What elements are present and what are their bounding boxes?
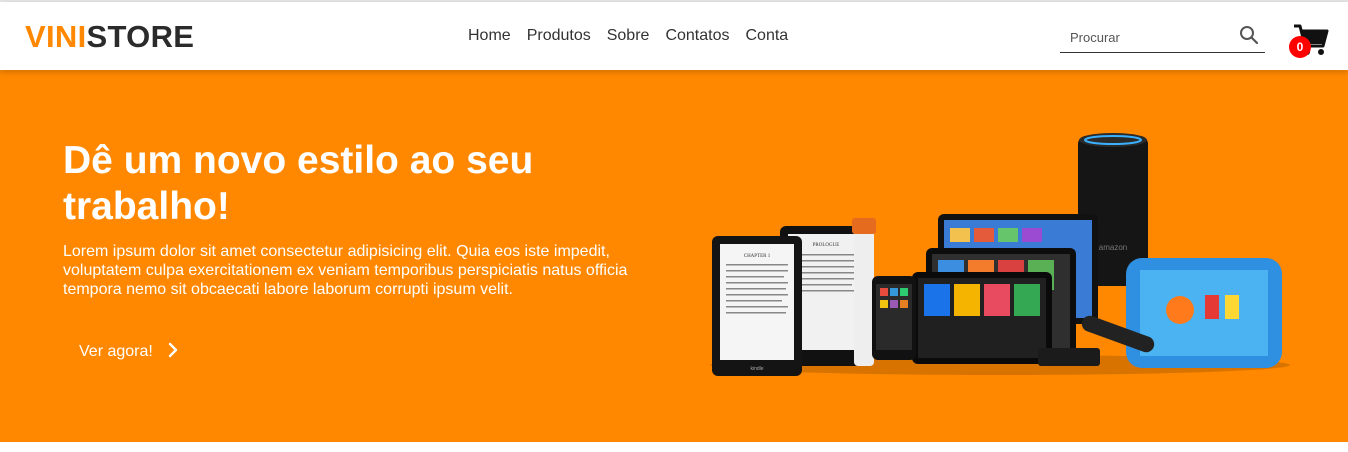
ereader-1-heading: CHAPTER 1 xyxy=(744,254,771,259)
phone-image xyxy=(872,276,916,360)
brand-logo-part2: STORE xyxy=(86,19,195,54)
see-now-label: Ver agora! xyxy=(79,343,153,360)
see-now-button[interactable]: Ver agora! xyxy=(63,332,195,372)
nav-item-conta[interactable]: Conta xyxy=(745,27,788,45)
hero-banner: Dê um novo estilo ao seu trabalho! Lorem… xyxy=(0,70,1348,442)
nav-item-home[interactable]: Home xyxy=(468,27,511,45)
search-box xyxy=(1060,22,1265,53)
search-icon[interactable] xyxy=(1239,25,1259,45)
nav-item-contatos[interactable]: Contatos xyxy=(665,27,729,45)
ereader-2-heading: PROLOGUE xyxy=(813,243,840,248)
brand-logo-part1: VINI xyxy=(25,19,87,54)
speaker-brand-text: amazon xyxy=(1099,243,1127,252)
ereader-image: PROLOGUE CHAPTER 1 kindle xyxy=(712,226,872,376)
devices-image: amazon PROLOGUE CHAPTER 1 kindle xyxy=(710,133,1290,376)
nav-item-produtos[interactable]: Produtos xyxy=(527,27,591,45)
brand-logo[interactable]: VINISTORE xyxy=(25,19,194,55)
search-input[interactable] xyxy=(1068,26,1232,48)
ereader-brand-text: kindle xyxy=(750,366,763,372)
cart-count-badge: 0 xyxy=(1289,36,1311,58)
site-header: VINISTORE Home Produtos Sobre Contatos C… xyxy=(0,2,1348,70)
hero-description: Lorem ipsum dolor sit amet consectetur a… xyxy=(63,243,628,298)
chevron-right-icon xyxy=(167,342,179,363)
nav-item-sobre[interactable]: Sobre xyxy=(607,27,650,45)
main-nav: Home Produtos Sobre Contatos Conta xyxy=(468,27,788,45)
hero-title: Dê um novo estilo ao seu trabalho! xyxy=(63,139,534,228)
